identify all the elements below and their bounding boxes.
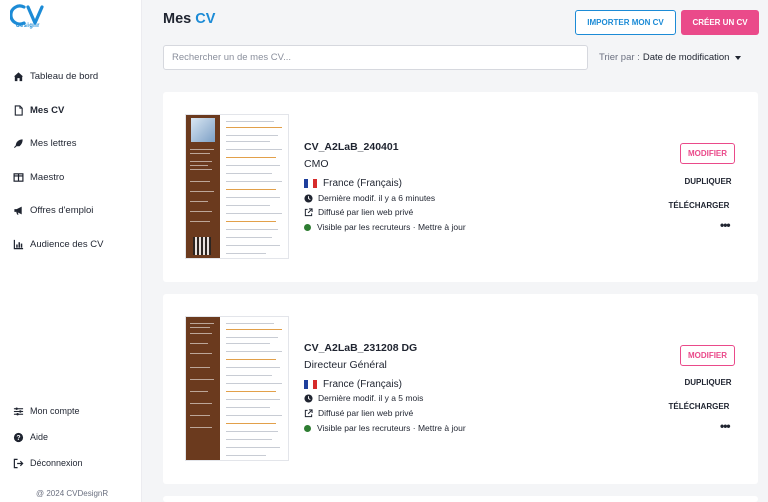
sidebar-nav: Tableau de bord Mes CV Mes lettres Maest… [0, 60, 142, 261]
sidebar-item-label: Mon compte [30, 406, 80, 416]
cv-title[interactable]: CV_A2LaB_231208 DG [304, 342, 417, 354]
cv-modified: Dernière modif. il y a 5 mois [304, 393, 423, 403]
qr-code-icon [193, 237, 211, 255]
import-cv-button[interactable]: IMPORTER MON CV [575, 10, 676, 35]
cv-thumbnail-sidebar [186, 115, 220, 258]
logout-icon [13, 458, 24, 469]
more-options-icon[interactable]: ••• [720, 218, 731, 232]
sidebar-item-audience[interactable]: Audience des CV [0, 228, 142, 262]
cv-visibility: Visible par les recruteurs · Mettre à jo… [304, 222, 466, 232]
cv-modified-text: Dernière modif. il y a 5 mois [318, 393, 424, 403]
duplicate-button[interactable]: DUPLIQUER [668, 378, 748, 387]
cv-thumbnail[interactable] [185, 114, 289, 259]
sidebar-item-label: Aide [30, 432, 49, 442]
sort-label: Trier par : [599, 52, 640, 63]
sidebar-bottom-nav: Mon compte ? Aide Déconnexion [0, 398, 142, 476]
cv-modified: Dernière modif. il y a 6 minutes [304, 193, 435, 203]
sidebar-item-label: Mes lettres [30, 138, 77, 150]
sidebar-item-maestro[interactable]: Maestro [0, 161, 142, 195]
clock-icon [304, 193, 313, 203]
sidebar-item-label: Audience des CV [30, 238, 104, 250]
sidebar-item-deconnexion[interactable]: Déconnexion [0, 450, 142, 476]
cv-card: CV_A2LaB_231208 DG Directeur Général Fra… [163, 294, 758, 484]
svg-text:?: ? [16, 434, 20, 441]
download-button[interactable]: TÉLÉCHARGER [659, 402, 739, 411]
logo-subtitle: designr [16, 23, 40, 29]
cv-thumbnail-sidebar [186, 317, 220, 460]
sidebar-item-label: Tableau de bord [30, 71, 99, 83]
megaphone-icon [13, 205, 24, 216]
more-options-icon[interactable]: ••• [720, 419, 731, 433]
cv-card [163, 496, 758, 502]
page-title: Mes CV [163, 11, 215, 27]
sort-value: Date de modification [642, 52, 730, 63]
search-input[interactable] [163, 45, 588, 70]
cv-visibility-text[interactable]: Visible par les recruteurs · Mettre à jo… [317, 222, 466, 232]
cv-visibility-text[interactable]: Visible par les recruteurs · Mettre à jo… [317, 423, 466, 433]
download-button[interactable]: TÉLÉCHARGER [659, 201, 739, 210]
external-link-icon [304, 408, 313, 418]
sidebar-item-mes-cv[interactable]: Mes CV [0, 94, 142, 128]
cv-language: France (Français) [304, 178, 402, 189]
sliders-icon [13, 406, 24, 417]
status-dot-icon [304, 424, 311, 432]
cv-title[interactable]: CV_A2LaB_240401 [304, 141, 399, 153]
cv-language-text: France (Français) [323, 178, 402, 189]
cv-shared-text: Diffusé par lien web privé [318, 207, 414, 217]
cv-photo [191, 118, 215, 142]
cv-language: France (Français) [304, 379, 402, 390]
home-icon [13, 71, 24, 82]
duplicate-button[interactable]: DUPLIQUER [668, 177, 748, 186]
cv-card: CV_A2LaB_240401 CMO France (Français) De… [163, 92, 758, 282]
modify-button[interactable]: MODIFIER [680, 345, 735, 366]
sidebar-item-label: Mes CV [30, 104, 65, 116]
sidebar-item-label: Offres d'emploi [30, 205, 94, 217]
sidebar-item-mes-lettres[interactable]: Mes lettres [0, 127, 142, 161]
cv-thumbnail[interactable] [185, 316, 289, 461]
external-link-icon [304, 207, 313, 217]
status-dot-icon [304, 223, 311, 231]
sidebar: designr Tableau de bord Mes CV Mes lettr… [0, 0, 142, 502]
columns-icon [13, 172, 24, 183]
france-flag-icon [304, 380, 317, 389]
page-title-prefix: Mes [163, 11, 192, 27]
sidebar-item-label: Déconnexion [30, 458, 83, 468]
help-icon: ? [13, 432, 24, 443]
cv-role: Directeur Général [304, 359, 387, 371]
caret-down-icon [735, 56, 742, 60]
document-icon [13, 105, 24, 116]
page-title-accent: CV [195, 11, 216, 27]
sidebar-item-label: Maestro [30, 171, 65, 183]
copyright: @ 2024 CVDesignR [36, 489, 109, 498]
cv-visibility: Visible par les recruteurs · Mettre à jo… [304, 423, 466, 433]
cv-shared-text: Diffusé par lien web privé [318, 408, 414, 418]
create-cv-button[interactable]: CRÉER UN CV [681, 10, 759, 35]
france-flag-icon [304, 179, 317, 188]
sidebar-item-offres-emploi[interactable]: Offres d'emploi [0, 194, 142, 228]
chart-icon [13, 239, 24, 250]
modify-button[interactable]: MODIFIER [680, 143, 735, 164]
cv-modified-text: Dernière modif. il y a 6 minutes [318, 193, 436, 203]
sidebar-item-mon-compte[interactable]: Mon compte [0, 398, 142, 424]
cv-shared: Diffusé par lien web privé [304, 207, 413, 217]
feather-icon [13, 138, 24, 149]
cv-role: CMO [304, 158, 329, 170]
sidebar-item-dashboard[interactable]: Tableau de bord [0, 60, 142, 94]
clock-icon [304, 393, 313, 403]
cv-shared: Diffusé par lien web privé [304, 408, 413, 418]
sidebar-item-aide[interactable]: ? Aide [0, 424, 142, 450]
cv-language-text: France (Français) [323, 379, 402, 390]
sort-dropdown[interactable]: Trier par : Date de modification [599, 52, 742, 63]
